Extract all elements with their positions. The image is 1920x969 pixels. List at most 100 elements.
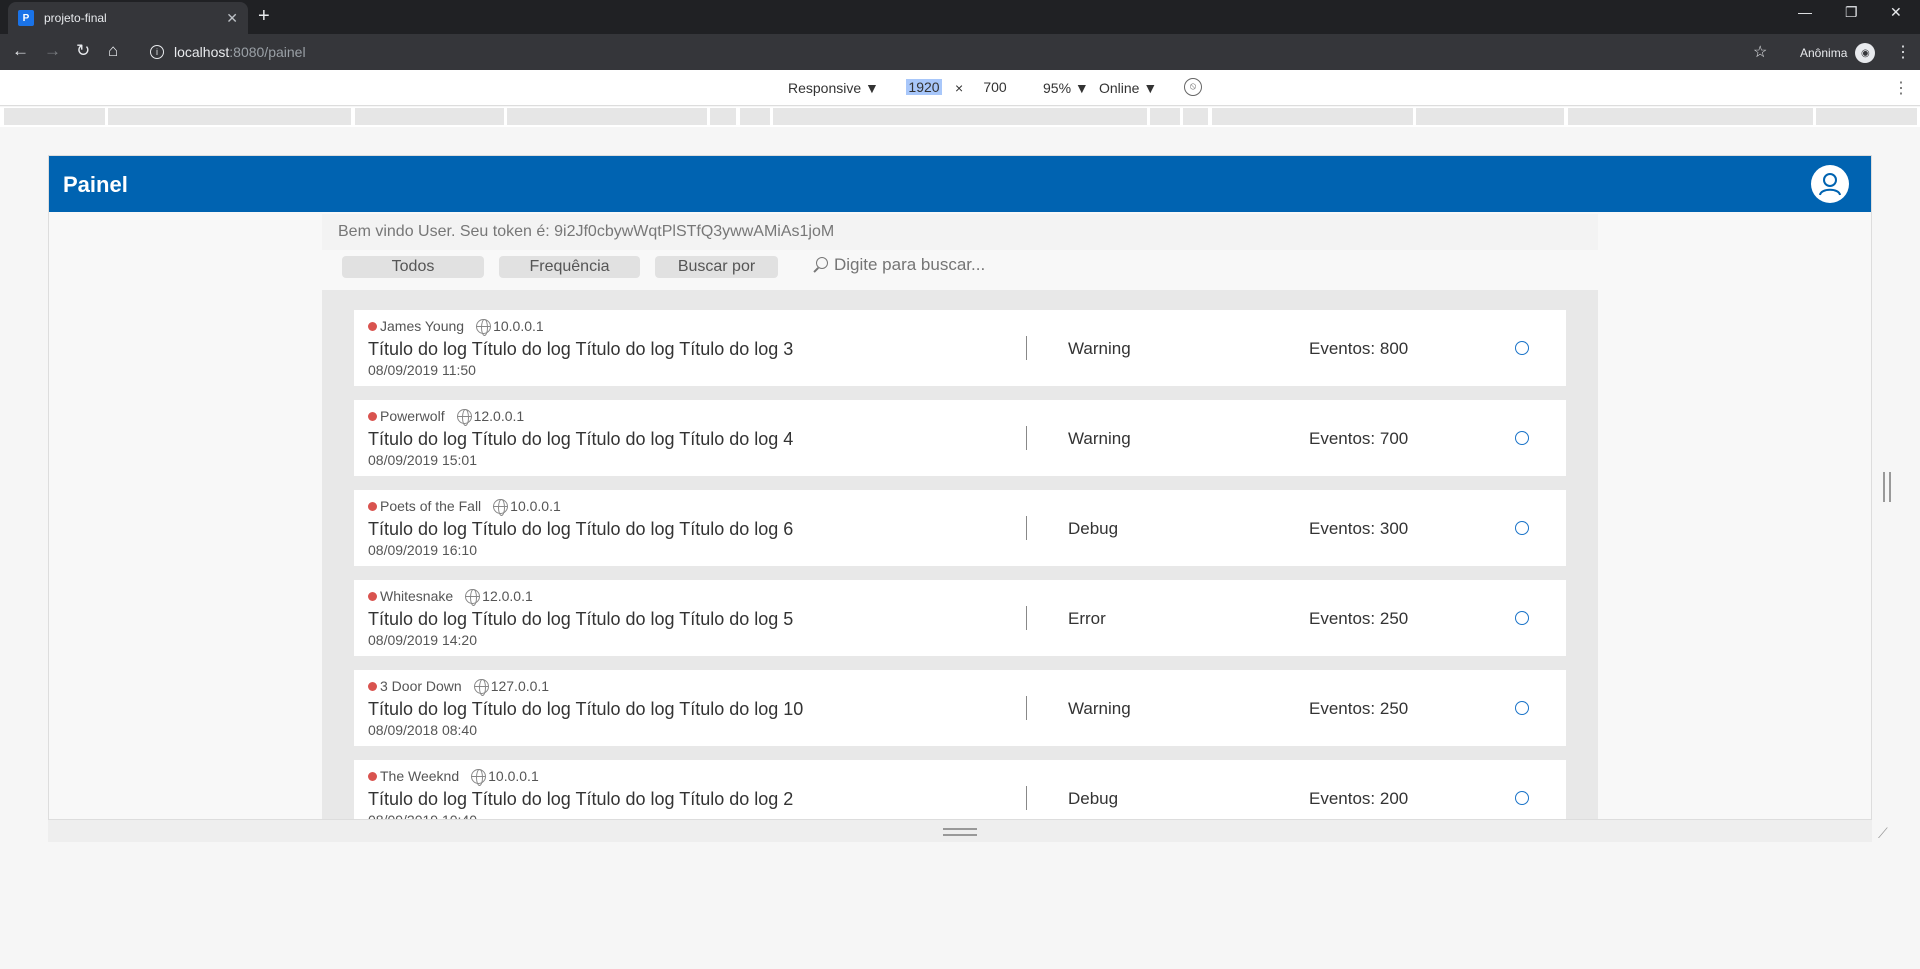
width-value: 1920	[906, 79, 942, 95]
log-card[interactable]: Whitesnake 12.0.0.1 Título do log Título…	[354, 580, 1566, 656]
media-query-segment[interactable]	[1416, 108, 1564, 125]
browser-toolbar: ← → ↻ ⌂ i localhost:8080/painel ☆ Anônim…	[0, 34, 1920, 70]
device-toolbar: Responsive ▼ 1920 × 700 95% ▼ Online ▼ ⦸…	[0, 70, 1920, 106]
divider	[1026, 516, 1027, 540]
media-query-segment[interactable]	[355, 108, 504, 125]
log-source: 3 Door Down	[380, 678, 462, 694]
log-card[interactable]: Poets of the Fall 10.0.0.1 Título do log…	[354, 490, 1566, 566]
log-meta: The Weeknd 10.0.0.1	[368, 768, 539, 786]
reload-icon[interactable]: ↻	[76, 41, 90, 61]
select-radio[interactable]	[1515, 611, 1529, 625]
new-tab-icon[interactable]: +	[258, 6, 270, 26]
search-input[interactable]	[834, 255, 1134, 275]
media-query-segment[interactable]	[1212, 108, 1413, 125]
log-date: 08/09/2018 08:40	[368, 722, 477, 738]
forward-icon[interactable]: →	[44, 41, 61, 61]
filter-frequencia-button[interactable]: Frequência	[499, 256, 640, 278]
log-meta: James Young 10.0.0.1	[368, 318, 544, 336]
profile-button[interactable]: Anônima ◉	[1800, 43, 1876, 63]
search-icon	[812, 257, 828, 273]
network-select[interactable]: Online ▼	[1099, 80, 1157, 96]
log-date: 08/09/2019 11:50	[368, 362, 476, 378]
log-card[interactable]: 3 Door Down 127.0.0.1 Título do log Títu…	[354, 670, 1566, 746]
log-events: Eventos: 200	[1309, 789, 1409, 808]
divider	[1026, 786, 1027, 810]
log-ip: 127.0.0.1	[490, 678, 550, 694]
browser-tab[interactable]: P projeto-final ✕	[8, 2, 248, 34]
info-icon[interactable]: i	[150, 45, 164, 59]
log-card[interactable]: The Weeknd 10.0.0.1 Título do log Título…	[354, 760, 1566, 819]
select-radio[interactable]	[1515, 521, 1529, 535]
globe-icon	[476, 318, 492, 336]
profile-label: Anônima	[1800, 46, 1848, 60]
log-meta: 3 Door Down 127.0.0.1	[368, 678, 550, 696]
rotate-icon[interactable]: ⦸	[1184, 78, 1202, 96]
media-query-segment[interactable]	[507, 108, 707, 125]
zoom-select[interactable]: 95% ▼	[1043, 80, 1089, 96]
user-avatar-button[interactable]	[1811, 165, 1849, 203]
log-card[interactable]: Powerwolf 12.0.0.1 Título do log Título …	[354, 400, 1566, 476]
incognito-icon: ◉	[1855, 43, 1876, 63]
select-radio[interactable]	[1515, 341, 1529, 355]
address-bar[interactable]: i localhost:8080/painel	[140, 38, 1780, 66]
browser-tabbar: P projeto-final ✕ + — ❐ ✕	[0, 0, 1920, 34]
media-query-segment[interactable]	[773, 108, 1147, 125]
user-icon	[1819, 173, 1841, 196]
log-ip: 10.0.0.1	[488, 768, 539, 784]
media-query-segment[interactable]	[1150, 108, 1180, 125]
window-close-icon[interactable]: ✕	[1890, 4, 1902, 21]
browser-menu-icon[interactable]: ⋮	[1895, 42, 1911, 62]
status-dot-icon	[368, 321, 377, 331]
log-events: Eventos: 700	[1309, 429, 1409, 448]
media-query-segment[interactable]	[1816, 108, 1917, 125]
bookmark-star-icon[interactable]: ☆	[1753, 42, 1767, 62]
log-source: Powerwolf	[380, 408, 445, 424]
log-ip: 10.0.0.1	[510, 498, 561, 514]
log-ip: 10.0.0.1	[493, 318, 544, 334]
width-input[interactable]: 1920	[899, 79, 949, 99]
back-icon[interactable]: ←	[12, 41, 29, 61]
media-query-segment[interactable]	[4, 108, 105, 125]
filter-buscar-por-button[interactable]: Buscar por	[655, 256, 778, 278]
log-title: Título do log Título do log Título do lo…	[368, 429, 794, 449]
select-radio[interactable]	[1515, 791, 1529, 805]
divider	[1026, 696, 1027, 720]
log-meta: Whitesnake 12.0.0.1	[368, 588, 533, 606]
log-title: Título do log Título do log Título do lo…	[368, 609, 794, 629]
resize-corner-icon[interactable]: ⟋	[1878, 825, 1894, 841]
globe-icon	[456, 408, 472, 426]
log-card[interactable]: James Young 10.0.0.1 Título do log Títul…	[354, 310, 1566, 386]
resize-handle-right[interactable]	[1883, 472, 1891, 502]
favicon-icon: P	[18, 10, 34, 26]
minimize-icon[interactable]: —	[1798, 4, 1812, 20]
close-icon[interactable]: ✕	[226, 10, 238, 27]
resize-handle-bottom[interactable]	[943, 828, 977, 836]
media-query-segment[interactable]	[740, 108, 770, 125]
times-label: ×	[955, 80, 964, 96]
url-host: localhost	[174, 44, 230, 60]
log-level: Error	[1068, 609, 1106, 628]
status-dot-icon	[368, 501, 377, 511]
log-events: Eventos: 250	[1309, 699, 1409, 718]
url-path: :8080/painel	[229, 44, 306, 60]
media-query-segment[interactable]	[710, 108, 736, 125]
height-input[interactable]: 700	[970, 79, 1020, 99]
media-query-segment[interactable]	[108, 108, 351, 125]
divider	[1026, 336, 1027, 360]
filter-todos-button[interactable]: Todos	[342, 256, 484, 278]
media-query-segment[interactable]	[1568, 108, 1813, 125]
restore-icon[interactable]: ❐	[1845, 4, 1858, 21]
log-source: Poets of the Fall	[380, 498, 482, 514]
home-icon[interactable]: ⌂	[108, 41, 118, 61]
select-radio[interactable]	[1515, 701, 1529, 715]
more-options-icon[interactable]: ⋮	[1893, 78, 1909, 98]
device-select[interactable]: Responsive ▼	[788, 80, 879, 96]
app-header: Painel	[49, 156, 1871, 212]
log-title: Título do log Título do log Título do lo…	[368, 339, 794, 359]
media-query-segment[interactable]	[1183, 108, 1208, 125]
emulated-viewport: Painel Bem vindo User. Seu token é: 9i2J…	[48, 155, 1872, 820]
divider	[1026, 426, 1027, 450]
globe-icon	[493, 498, 509, 516]
log-list: James Young 10.0.0.1 Título do log Títul…	[322, 290, 1598, 819]
select-radio[interactable]	[1515, 431, 1529, 445]
